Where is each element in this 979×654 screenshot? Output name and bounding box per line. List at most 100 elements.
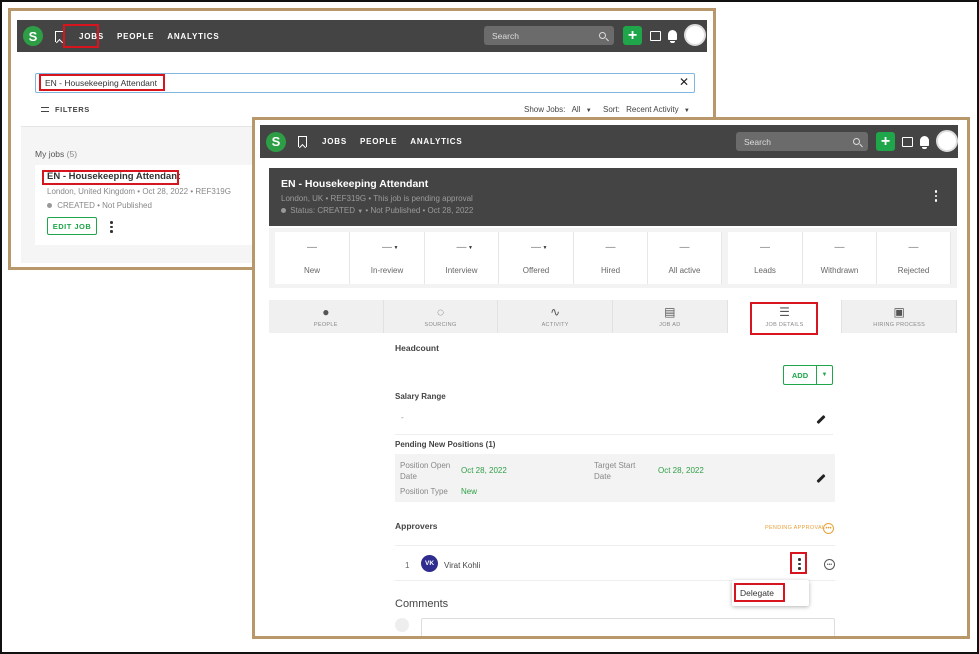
pipeline-stages: — New — ▼ In-review — ▼ Interview — ▼ Offered — Hire… <box>275 232 955 284</box>
pipeline-stage[interactable]: — New <box>275 232 350 284</box>
top-app-bar: S JOBS PEOPLE ANALYTICS Search + <box>17 20 707 52</box>
tab-activity[interactable]: ∿ ACTIVITY <box>498 300 614 333</box>
pipeline-stage-count: — <box>456 242 467 253</box>
add-button[interactable]: + <box>623 26 642 45</box>
nav-analytics[interactable]: ANALYTICS <box>410 137 462 146</box>
job-card-location: London, United Kingdom <box>47 187 136 196</box>
job-date: Oct 28, 2022 <box>427 206 474 215</box>
pending-position-card: Position Open Date Oct 28, 2022 Target S… <box>395 454 835 502</box>
tab-label: JOB AD <box>659 322 681 328</box>
status-dropdown[interactable]: CREATED <box>317 206 355 215</box>
bell-icon[interactable] <box>920 136 929 149</box>
pipeline-stage-label: Interview <box>445 266 478 275</box>
status-dot-icon <box>47 203 52 208</box>
nav-jobs[interactable]: JOBS <box>322 137 347 146</box>
sort-value: Recent Activity <box>626 105 679 114</box>
user-avatar[interactable] <box>936 130 958 152</box>
pipeline-stage-label: All active <box>668 266 701 275</box>
pipeline-stage[interactable]: — Rejected <box>877 232 951 284</box>
approver-avatar: VK <box>421 555 438 572</box>
pipeline-stage[interactable]: — ▼ In-review <box>350 232 425 284</box>
inbox-icon[interactable] <box>902 137 913 147</box>
nav-people[interactable]: PEOPLE <box>117 32 154 41</box>
tab-label: SOURCING <box>424 322 457 328</box>
headcount-heading: Headcount <box>395 343 439 353</box>
job-card-ref: REF319G <box>195 187 231 196</box>
pending-positions-heading: Pending New Positions (1) <box>395 440 496 449</box>
pipeline-stage[interactable]: — ▼ Interview <box>425 232 499 284</box>
status-more-icon[interactable]: ••• <box>824 559 835 570</box>
more-vertical-icon[interactable] <box>110 221 113 233</box>
pipeline-stage-count: — <box>834 242 845 253</box>
pipeline-stage[interactable]: — Hired <box>574 232 648 284</box>
bell-icon[interactable] <box>668 30 677 43</box>
comment-input[interactable] <box>421 618 835 636</box>
pipeline-stage[interactable]: — All active <box>648 232 722 284</box>
edit-pencil-icon[interactable] <box>816 414 826 425</box>
tab-label: PEOPLE <box>313 322 338 328</box>
nav-people[interactable]: PEOPLE <box>360 137 397 146</box>
target-start-date-value: Oct 28, 2022 <box>658 466 704 475</box>
publish-status: Not Published <box>370 206 421 215</box>
chevron-down-icon[interactable]: ▼ <box>394 245 399 251</box>
sort-select[interactable]: Sort: Recent Activity ▼ <box>603 105 690 114</box>
pipeline-stage[interactable]: — ▼ Offered <box>499 232 574 284</box>
edit-job-button[interactable]: EDIT JOB <box>47 217 97 235</box>
add-button[interactable]: + <box>876 132 895 151</box>
my-jobs-label: My jobs <box>35 149 65 159</box>
job-card-status: CREATED • Not Published <box>47 201 152 210</box>
chevron-down-icon: ▼ <box>585 108 592 114</box>
search-input[interactable]: Search <box>736 132 868 151</box>
tab-job-ad[interactable]: ▤ JOB AD <box>613 300 728 333</box>
commenter-avatar <box>395 618 409 632</box>
inbox-icon[interactable] <box>650 31 661 41</box>
my-jobs-count: (5) <box>66 149 78 159</box>
chevron-down-icon[interactable]: ▼ <box>468 245 473 251</box>
job-card-date: Oct 28, 2022 <box>142 187 189 196</box>
pipeline-stage[interactable]: — Leads <box>728 232 803 284</box>
position-open-date-label: Position Open Date <box>400 461 451 481</box>
highlight-job-details-tab <box>750 302 818 335</box>
job-tabs: ● PEOPLE ◌ SOURCING ∿ ACTIVITY ▤ JOB AD ☰ JOB DET… <box>269 300 958 333</box>
pipeline-stage-label: Leads <box>754 266 776 275</box>
tab-people[interactable]: ● PEOPLE <box>269 300 384 333</box>
person-icon: ● <box>322 305 330 319</box>
pending-approval-badge: PENDING APPROVAL <box>765 525 826 531</box>
position-open-date-value: Oct 28, 2022 <box>461 466 507 475</box>
status-label: Status: <box>290 206 316 215</box>
tab-sourcing[interactable]: ◌ SOURCING <box>384 300 499 333</box>
chevron-down-icon[interactable]: ▼ <box>543 245 548 251</box>
target-start-date-label: Target Start Date <box>594 461 636 481</box>
chevron-down-icon[interactable]: ▼ <box>817 366 832 384</box>
approver-name: Virat Kohli <box>444 561 481 570</box>
pipeline-stage-count: — <box>908 242 919 253</box>
pending-clock-icon: ••• <box>823 523 834 534</box>
salary-range-label: Salary Range <box>395 392 446 401</box>
divider <box>395 434 833 435</box>
pipeline-stage[interactable]: — Withdrawn <box>803 232 877 284</box>
app-logo[interactable]: S <box>266 131 286 152</box>
clear-icon[interactable]: ✕ <box>679 75 689 89</box>
position-type-value: New <box>461 487 478 496</box>
more-vertical-icon[interactable] <box>934 190 937 202</box>
bookmark-icon[interactable] <box>298 136 307 147</box>
user-avatar[interactable] <box>684 24 706 46</box>
pipeline-stage-count: — <box>760 242 770 253</box>
tab-hiring-process[interactable]: ▣ HIRING PROCESS <box>842 300 958 333</box>
show-jobs-select[interactable]: Show Jobs: All ▼ <box>524 105 592 114</box>
app-logo[interactable]: S <box>23 26 43 46</box>
filters-label: FILTERS <box>55 105 90 114</box>
position-type-label: Position Type <box>400 487 448 496</box>
search-input[interactable]: Search <box>484 26 614 45</box>
nav-analytics[interactable]: ANALYTICS <box>167 32 219 41</box>
edit-pencil-icon[interactable] <box>816 473 826 484</box>
pipeline-stage-label: Rejected <box>897 266 930 275</box>
pipeline-stage-label: Withdrawn <box>820 266 859 275</box>
highlight-delegate <box>734 583 785 602</box>
filters-toggle[interactable]: FILTERS <box>41 105 90 114</box>
add-headcount-button[interactable]: ADD <box>784 366 817 384</box>
pipeline-stage-count: — <box>531 242 541 253</box>
job-status-line: Status: CREATED ▼ • Not Published • Oct … <box>281 206 473 215</box>
salary-range-value: - <box>401 413 404 422</box>
chevron-down-icon: ▼ <box>357 209 364 215</box>
